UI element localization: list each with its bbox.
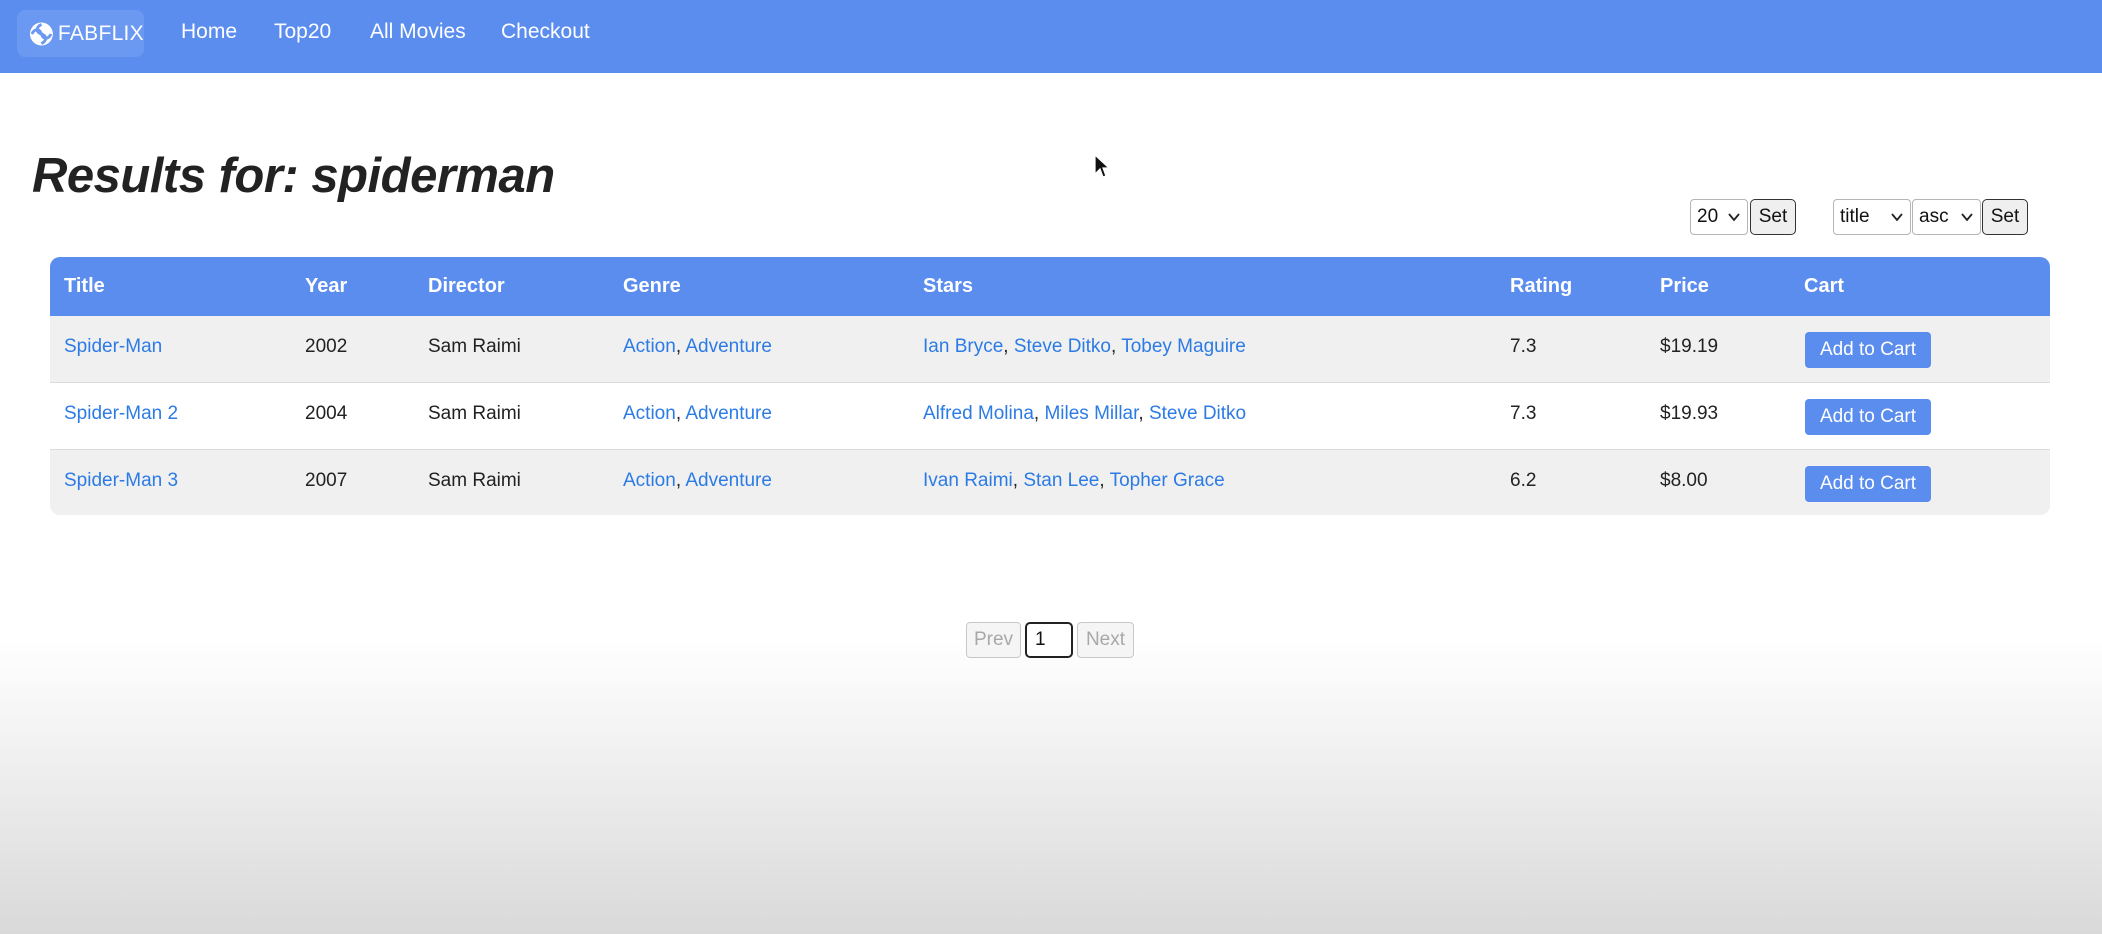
nav-top20-link[interactable]: Top20 — [274, 20, 331, 44]
movie-rating: 7.3 — [1510, 336, 1537, 357]
movie-stars: Alfred Molina, Miles Millar, Steve Ditko — [923, 403, 1247, 424]
sort-set-button[interactable]: Set — [1982, 199, 2028, 235]
header-stars: Stars — [923, 275, 974, 297]
movie-title-link[interactable]: Spider-Man 3 — [64, 470, 178, 492]
table-row: Spider-Man 2002 Sam Raimi Action, Advent… — [50, 316, 2050, 382]
table-header: Title Year Director Genre Stars Rating P… — [50, 257, 2050, 316]
brand-logo[interactable]: FABFLIX — [17, 10, 144, 57]
add-to-cart-button[interactable]: Add to Cart — [1805, 332, 1931, 368]
movie-title-link[interactable]: Spider-Man 2 — [64, 403, 178, 425]
page-size-select[interactable]: 20 — [1690, 199, 1748, 235]
table-row: Spider-Man 2 2004 Sam Raimi Action, Adve… — [50, 383, 2050, 449]
movie-price: $19.93 — [1660, 403, 1719, 424]
page-number-input[interactable]: 1 — [1025, 622, 1073, 658]
movie-price: $8.00 — [1660, 470, 1708, 491]
fabflix-logo-icon — [29, 22, 53, 45]
movie-director: Sam Raimi — [428, 403, 521, 424]
movie-genres: Action, Adventure — [623, 403, 772, 424]
table-row: Spider-Man 3 2007 Sam Raimi Action, Adve… — [50, 450, 2050, 515]
star-link[interactable]: Topher Grace — [1110, 470, 1225, 491]
nav-all-movies-link[interactable]: All Movies — [370, 20, 466, 44]
brand-name: FABFLIX — [57, 21, 144, 45]
header-rating: Rating — [1510, 275, 1573, 297]
header-title: Title — [64, 275, 105, 297]
chevron-down-icon — [1891, 213, 1903, 222]
sort-order-value: asc — [1919, 206, 1949, 227]
mouse-cursor-icon — [1094, 154, 1110, 178]
sort-order-select[interactable]: asc — [1912, 199, 1981, 235]
star-link[interactable]: Stan Lee — [1023, 470, 1099, 491]
add-to-cart-button[interactable]: Add to Cart — [1805, 399, 1931, 435]
genre-link[interactable]: Action — [623, 336, 676, 357]
movie-director: Sam Raimi — [428, 470, 521, 491]
movie-rating: 7.3 — [1510, 403, 1537, 424]
genre-link[interactable]: Action — [623, 403, 676, 424]
navbar: FABFLIX Home Top20 All Movies Checkout — [0, 0, 2102, 73]
sort-field-select[interactable]: title — [1833, 199, 1911, 235]
movie-stars: Ivan Raimi, Stan Lee, Topher Grace — [923, 470, 1225, 491]
page-title: Results for: spiderman — [32, 149, 555, 203]
movie-rating: 6.2 — [1510, 470, 1537, 491]
header-price: Price — [1660, 275, 1709, 297]
header-director: Director — [428, 275, 505, 297]
movie-director: Sam Raimi — [428, 336, 521, 357]
page-size-set-button[interactable]: Set — [1750, 199, 1796, 235]
genre-link[interactable]: Action — [623, 470, 676, 491]
header-cart: Cart — [1804, 275, 1845, 297]
page-size-value: 20 — [1697, 206, 1719, 227]
star-link[interactable]: Steve Ditko — [1014, 336, 1111, 357]
prev-page-button[interactable]: Prev — [966, 622, 1021, 658]
star-link[interactable]: Alfred Molina — [923, 403, 1034, 424]
movie-year: 2007 — [305, 470, 348, 491]
sort-field-value: title — [1840, 206, 1870, 227]
movie-year: 2004 — [305, 403, 348, 424]
star-link[interactable]: Ian Bryce — [923, 336, 1003, 357]
star-link[interactable]: Steve Ditko — [1149, 403, 1246, 424]
header-year: Year — [305, 275, 348, 297]
star-link[interactable]: Tobey Maguire — [1121, 336, 1246, 357]
add-to-cart-button[interactable]: Add to Cart — [1805, 466, 1931, 502]
star-link[interactable]: Miles Millar — [1044, 403, 1138, 424]
movie-genres: Action, Adventure — [623, 336, 772, 357]
genre-link[interactable]: Adventure — [685, 470, 772, 491]
next-page-button[interactable]: Next — [1077, 622, 1134, 658]
star-link[interactable]: Ivan Raimi — [923, 470, 1013, 491]
genre-link[interactable]: Adventure — [685, 403, 772, 424]
header-genre: Genre — [623, 275, 681, 297]
movie-title-link[interactable]: Spider-Man — [64, 336, 162, 358]
results-table: Title Year Director Genre Stars Rating P… — [50, 257, 2050, 515]
movie-stars: Ian Bryce, Steve Ditko, Tobey Maguire — [923, 336, 1246, 357]
chevron-down-icon — [1961, 213, 1973, 222]
nav-home-link[interactable]: Home — [181, 20, 237, 44]
movie-price: $19.19 — [1660, 336, 1719, 357]
genre-link[interactable]: Adventure — [685, 336, 772, 357]
chevron-down-icon — [1728, 213, 1740, 222]
movie-year: 2002 — [305, 336, 348, 357]
movie-genres: Action, Adventure — [623, 470, 772, 491]
nav-checkout-link[interactable]: Checkout — [501, 20, 590, 44]
